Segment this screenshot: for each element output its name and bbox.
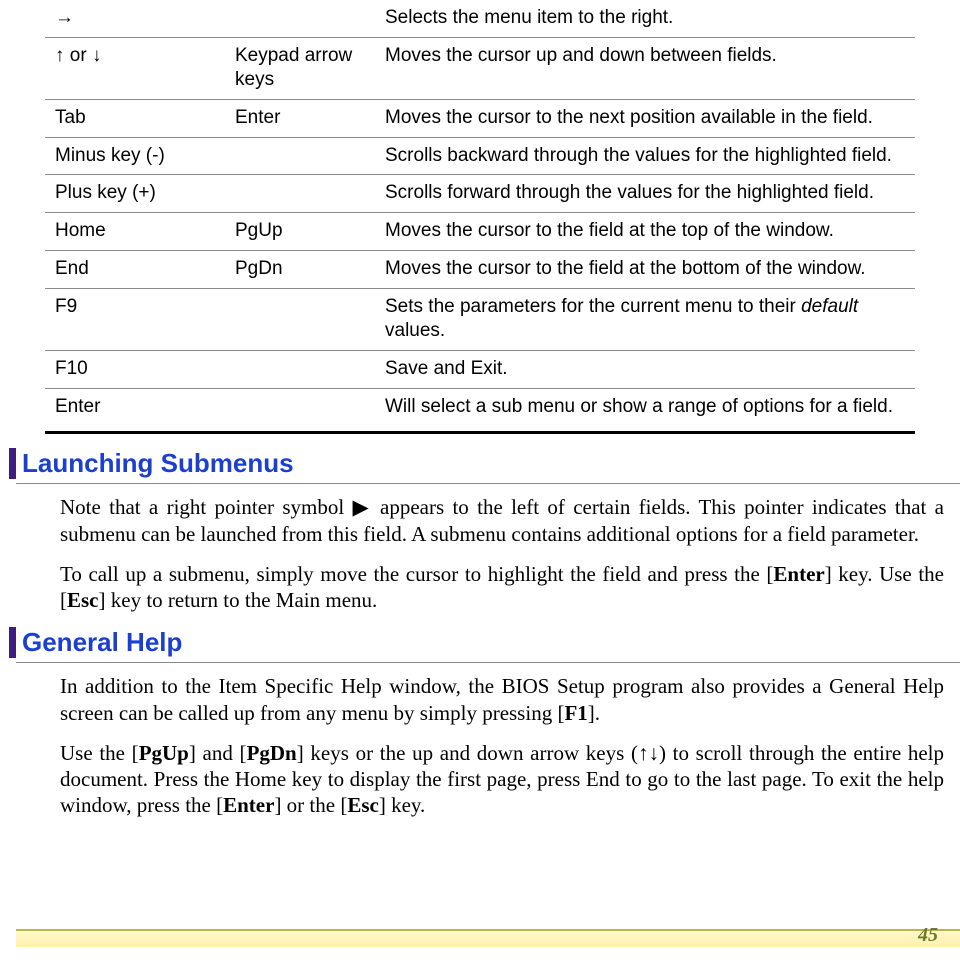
cell-alt — [225, 0, 375, 37]
heading-text: General Help — [22, 627, 182, 658]
cell-desc: Scrolls backward through the values for … — [375, 137, 915, 175]
page-number: 45 — [918, 924, 938, 947]
text: ] and [ — [189, 741, 247, 765]
section-divider — [16, 662, 960, 663]
cell-key: ↑ or ↓ — [45, 37, 225, 99]
key-label: PgUp — [139, 741, 189, 765]
cell-key: Enter — [45, 388, 225, 425]
cell-desc: Selects the menu item to the right. — [375, 0, 915, 37]
table-border — [45, 431, 915, 434]
text: Note that a right pointer symbol — [60, 495, 353, 519]
cell-alt: PgUp — [225, 213, 375, 251]
cell-desc: Moves the cursor up and down between fie… — [375, 37, 915, 99]
table-row: Tab Enter Moves the cursor to the next p… — [45, 100, 915, 138]
paragraph: Note that a right pointer symbol ▶ appea… — [60, 494, 944, 547]
table-row: Plus key (+) Scrolls forward through the… — [45, 175, 915, 213]
cell-alt — [225, 288, 375, 350]
table-row: End PgDn Moves the cursor to the field a… — [45, 250, 915, 288]
text: In addition to the Item Specific Help wi… — [60, 674, 944, 724]
table-row: F9 Sets the parameters for the current m… — [45, 288, 915, 350]
key-label: PgDn — [247, 741, 297, 765]
cell-desc: Will select a sub menu or show a range o… — [375, 388, 915, 425]
cell-key: Plus key (+) — [45, 175, 225, 213]
table-row: → Selects the menu item to the right. — [45, 0, 915, 37]
cell-alt: Keypad arrow keys — [225, 37, 375, 99]
table-row: Minus key (-) Scrolls backward through t… — [45, 137, 915, 175]
cell-desc: Moves the cursor to the field at the bot… — [375, 250, 915, 288]
section-heading-submenus: Launching Submenus — [9, 448, 960, 481]
text: Use the [ — [60, 741, 139, 765]
text: ] or the [ — [274, 793, 347, 817]
table-row: Home PgUp Moves the cursor to the field … — [45, 213, 915, 251]
section-divider — [16, 483, 960, 484]
cell-alt: PgDn — [225, 250, 375, 288]
paragraph: Use the [PgUp] and [PgDn] keys or the up… — [60, 740, 944, 819]
text: values. — [385, 320, 445, 341]
heading-text: Launching Submenus — [22, 448, 294, 479]
key-label: Enter — [773, 562, 824, 586]
key-label: Esc — [67, 588, 99, 612]
cell-key: Tab — [45, 100, 225, 138]
cell-key: F9 — [45, 288, 225, 350]
paragraph: In addition to the Item Specific Help wi… — [60, 673, 944, 726]
cell-key: → — [45, 0, 225, 37]
cell-alt — [225, 137, 375, 175]
page: → Selects the menu item to the right. ↑ … — [0, 0, 960, 961]
cell-key: Minus key (-) — [45, 137, 225, 175]
cell-alt — [225, 175, 375, 213]
text: ] key to return to the Main menu. — [99, 588, 378, 612]
key-label: F1 — [564, 701, 587, 725]
key-label: Enter — [223, 793, 274, 817]
text: ] key. — [379, 793, 425, 817]
key-table: → Selects the menu item to the right. ↑ … — [45, 0, 915, 425]
cell-alt — [225, 350, 375, 388]
cell-desc: Scrolls forward through the values for t… — [375, 175, 915, 213]
text: ]. — [588, 701, 600, 725]
cell-desc: Moves the cursor to the field at the top… — [375, 213, 915, 251]
cell-alt — [225, 388, 375, 425]
section-heading-general-help: General Help — [9, 627, 960, 660]
cell-desc: Save and Exit. — [375, 350, 915, 388]
pointer-icon: ▶ — [353, 495, 372, 519]
text: To call up a submenu, simply move the cu… — [60, 562, 773, 586]
table-row: ↑ or ↓ Keypad arrow keys Moves the curso… — [45, 37, 915, 99]
footer-band — [16, 929, 960, 947]
paragraph: To call up a submenu, simply move the cu… — [60, 561, 944, 614]
cell-desc: Sets the parameters for the current menu… — [375, 288, 915, 350]
text: Sets the parameters for the current menu… — [385, 296, 801, 317]
table-row: F10 Save and Exit. — [45, 350, 915, 388]
italic-text: default — [801, 296, 858, 317]
cell-alt: Enter — [225, 100, 375, 138]
cell-desc: Moves the cursor to the next position av… — [375, 100, 915, 138]
key-label: Esc — [347, 793, 379, 817]
page-footer: 45 — [0, 929, 960, 947]
cell-key: F10 — [45, 350, 225, 388]
cell-key: Home — [45, 213, 225, 251]
cell-key: End — [45, 250, 225, 288]
table-row: Enter Will select a sub menu or show a r… — [45, 388, 915, 425]
